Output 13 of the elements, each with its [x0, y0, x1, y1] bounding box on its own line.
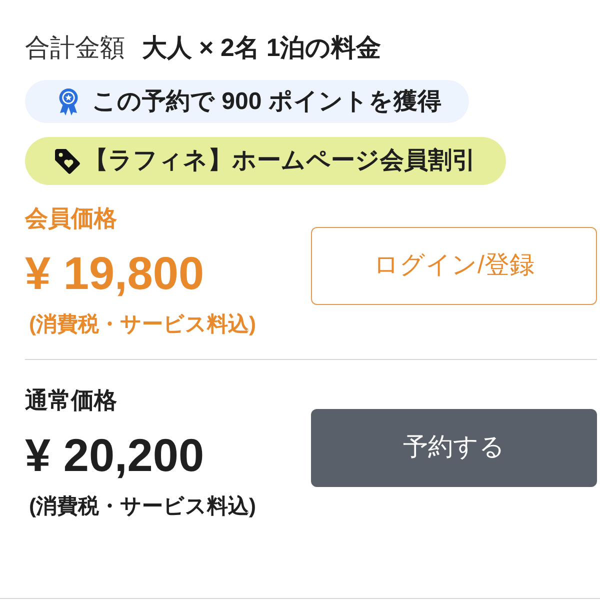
points-text: この予約で 900 ポイントを獲得 — [92, 88, 442, 116]
price-amount: ¥ 20,200 — [25, 429, 204, 481]
tag-icon — [55, 148, 80, 174]
tax-note: (消費税・サービス料込) — [29, 494, 256, 520]
reserve-button[interactable]: 予約する — [311, 409, 597, 487]
price-label: 会員価格 — [25, 204, 117, 232]
tax-note: (消費税・サービス料込) — [29, 312, 256, 338]
discount-text: 【ラフィネ】ホームページ会員割引 — [84, 147, 476, 175]
price-label: 通常価格 — [25, 386, 117, 414]
price-amount: ¥ 19,800 — [25, 247, 204, 299]
total-description: 大人 × 2名 1泊の料金 — [142, 34, 382, 62]
ribbon-icon — [57, 88, 80, 116]
total-label: 合計金額 — [25, 34, 125, 62]
